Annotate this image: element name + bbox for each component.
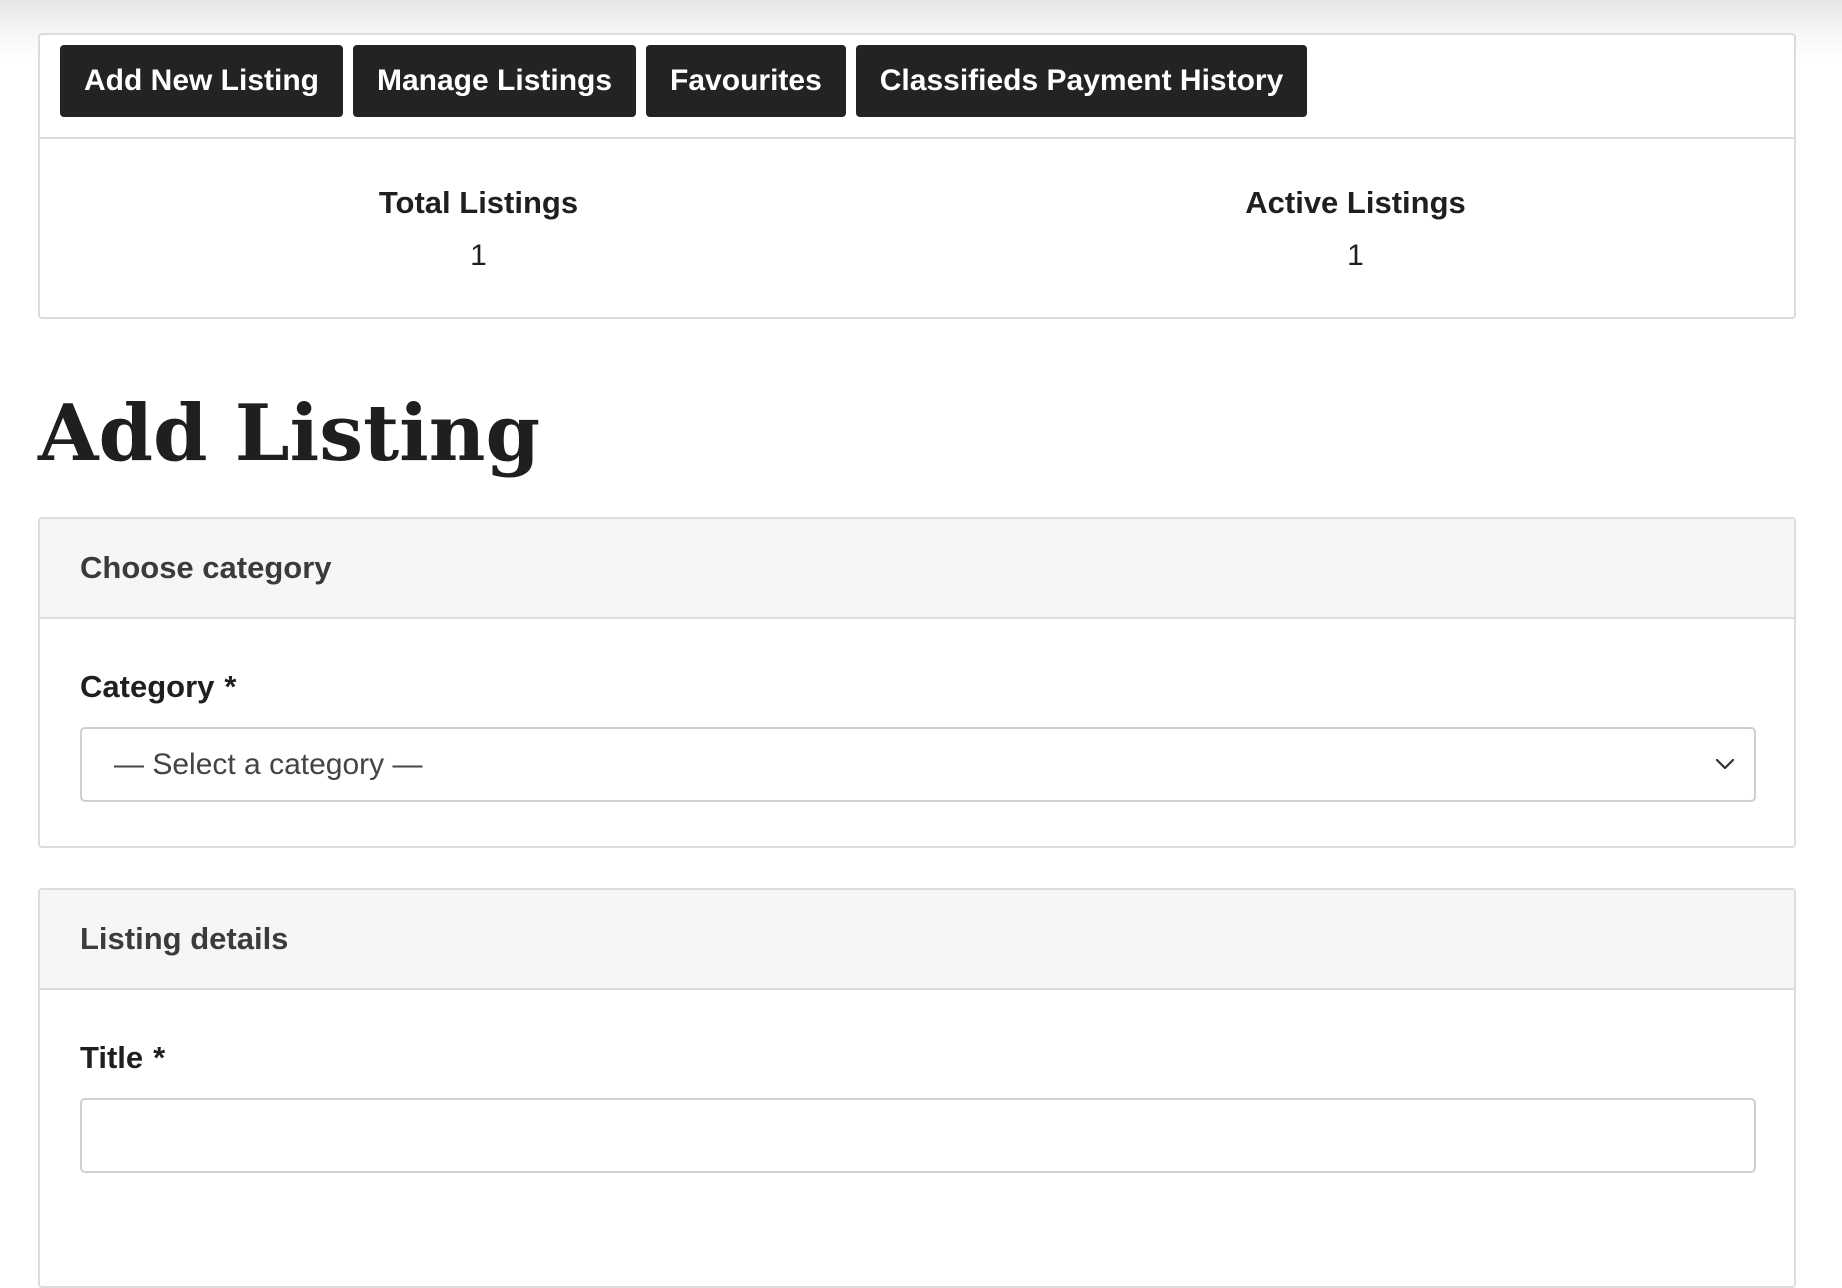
listing-details-body: Title *: [40, 1040, 1794, 1173]
required-marker: *: [153, 1040, 166, 1075]
payment-history-button[interactable]: Classifieds Payment History: [855, 45, 1308, 117]
dashboard-panel: Add New Listing Manage Listings Favourit…: [38, 33, 1796, 319]
stat-active-label: Active Listings: [1245, 185, 1466, 220]
dashboard-nav: Add New Listing Manage Listings Favourit…: [40, 35, 1794, 139]
page-title: Add Listing: [38, 388, 541, 479]
add-new-listing-button[interactable]: Add New Listing: [60, 45, 343, 117]
chevron-down-icon: [1715, 758, 1735, 770]
title-input[interactable]: [80, 1098, 1756, 1173]
stat-total-listings: Total Listings 1: [40, 139, 917, 317]
category-select[interactable]: — Select a category —: [80, 727, 1756, 802]
page-container: Add New Listing Manage Listings Favourit…: [38, 33, 1796, 1288]
stat-active-value: 1: [1347, 239, 1364, 272]
listing-stats: Total Listings 1 Active Listings 1: [40, 139, 1794, 317]
stat-active-listings: Active Listings 1: [917, 139, 1794, 317]
manage-listings-button[interactable]: Manage Listings: [353, 45, 637, 117]
title-label: Title *: [80, 1040, 1754, 1076]
category-label: Category *: [80, 669, 1754, 705]
stat-total-value: 1: [470, 239, 487, 272]
title-label-text: Title: [80, 1040, 144, 1075]
category-select-value: — Select a category —: [114, 747, 423, 781]
listing-details-section: Listing details Title *: [38, 888, 1796, 1288]
favourites-button[interactable]: Favourites: [646, 45, 846, 117]
category-label-text: Category: [80, 669, 215, 704]
category-section: Choose category Category * — Select a ca…: [38, 517, 1796, 848]
category-section-body: Category * — Select a category —: [40, 669, 1794, 802]
stat-total-label: Total Listings: [378, 185, 579, 220]
required-marker: *: [224, 669, 237, 704]
category-section-heading: Choose category: [40, 519, 1794, 619]
listing-details-heading: Listing details: [40, 890, 1794, 990]
